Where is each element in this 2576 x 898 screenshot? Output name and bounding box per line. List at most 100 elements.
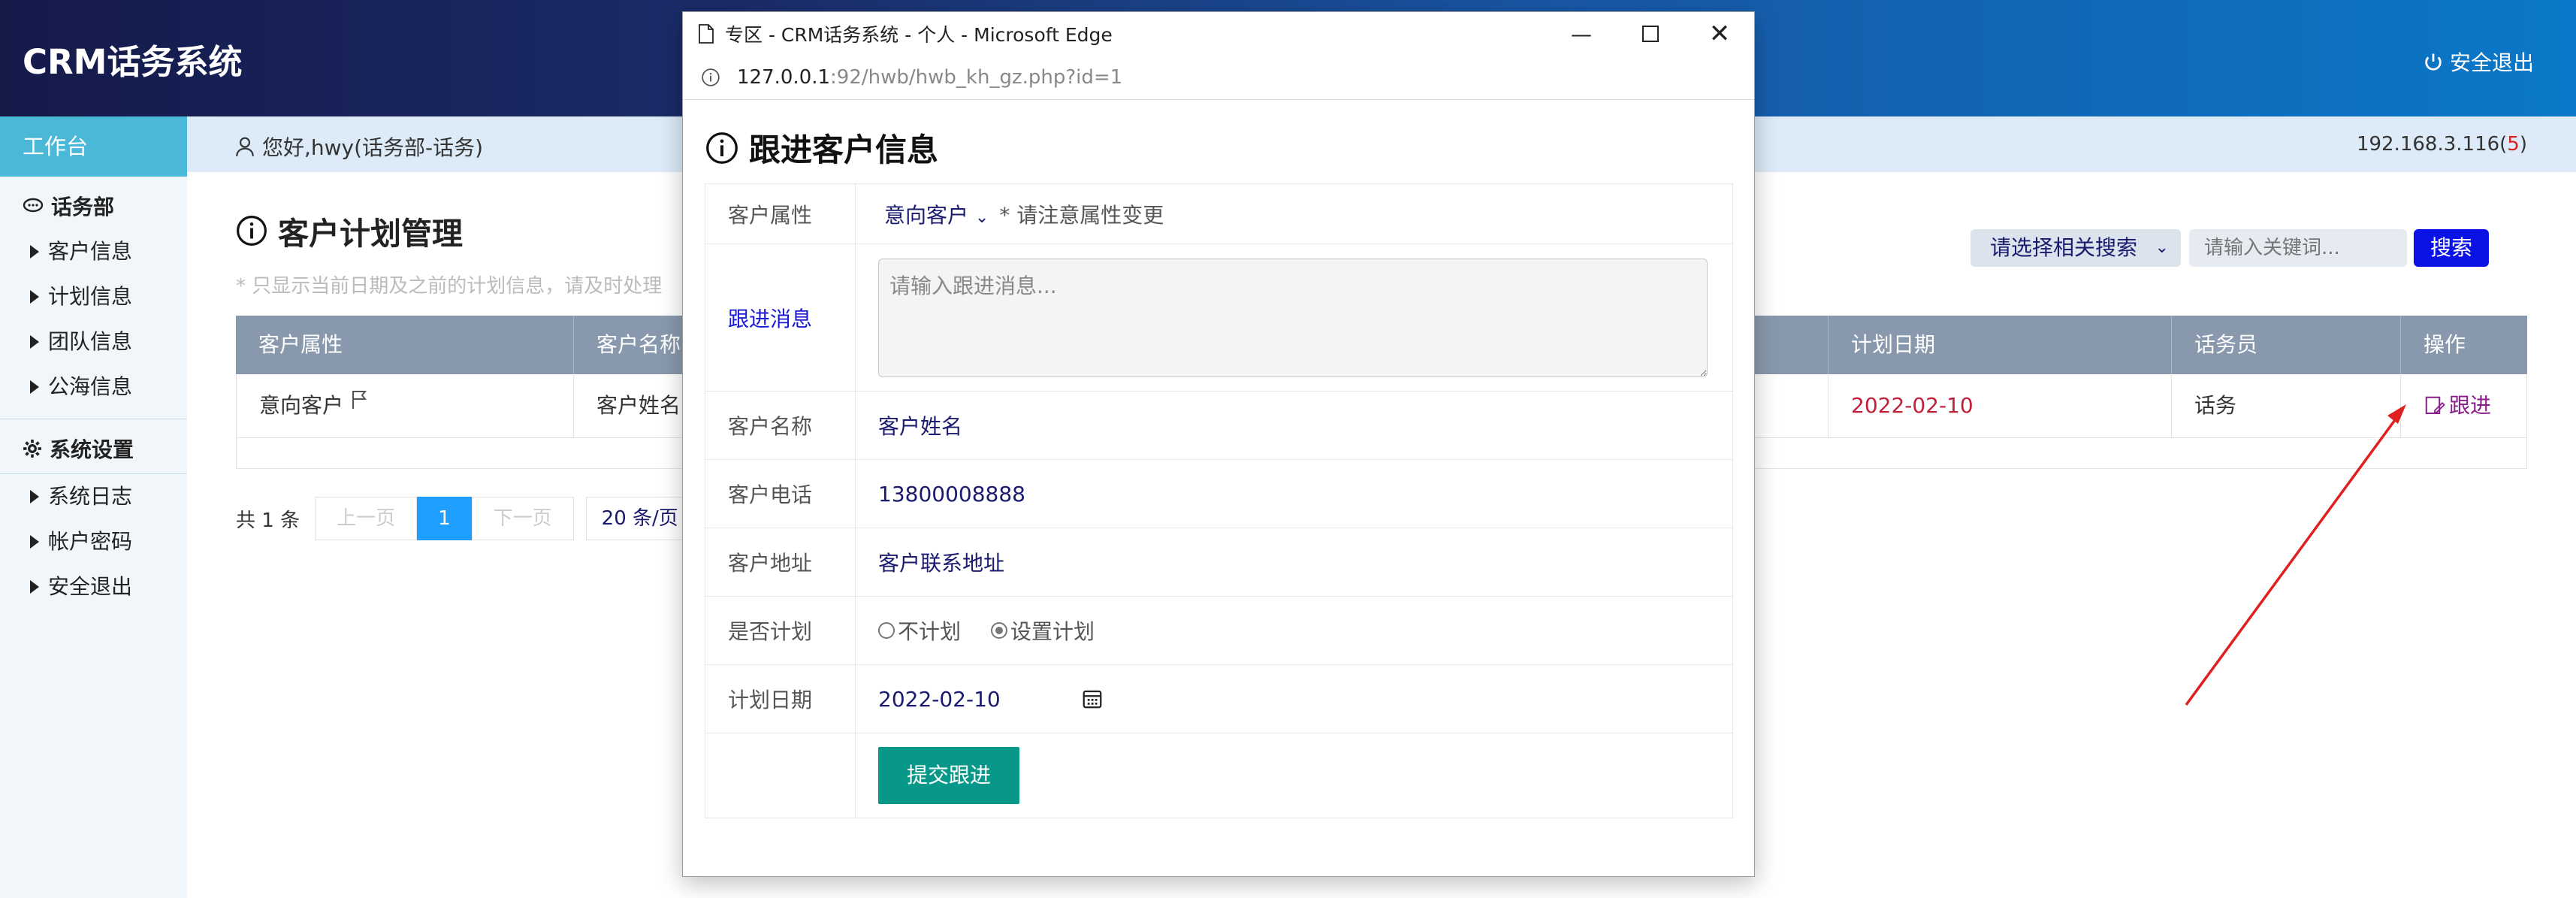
attr-select-value: 意向客户 — [884, 202, 969, 228]
calendar-icon[interactable] — [1081, 688, 1104, 710]
form-row-date: 计划日期 2022-02-10 — [705, 665, 1732, 733]
caret-right-icon — [30, 490, 39, 503]
form-row-attr: 客户属性 意向客户 ⌄ * 请注意属性变更 — [705, 184, 1732, 244]
column-header-date[interactable]: 计划日期 — [1829, 316, 2172, 374]
close-button[interactable]: ✕ — [1685, 12, 1754, 56]
name-value: 客户姓名 — [878, 414, 963, 439]
document-icon — [699, 24, 714, 44]
sidebar-item-label: 帐户密码 — [48, 529, 133, 554]
form-row-submit: 提交跟进 — [705, 733, 1732, 818]
search-category-select[interactable]: 请选择相关搜索 ⌄ — [1971, 229, 2181, 267]
info-circle-icon — [702, 68, 720, 86]
user-greeting: 您好,hwy(话务部-话务) — [235, 132, 483, 162]
submit-follow-up-button[interactable]: 提交跟进 — [878, 747, 1019, 804]
online-count: 5 — [2507, 133, 2520, 156]
flag-icon — [352, 391, 367, 409]
logout-top-button[interactable]: 安全退出 — [2423, 47, 2534, 77]
popup-heading: 跟进客户信息 — [705, 125, 938, 171]
form-row-plan: 是否计划 不计划 设置计划 — [705, 597, 1732, 665]
attr-field: 意向客户 ⌄ * 请注意属性变更 — [856, 184, 1732, 243]
sidebar-item-team[interactable]: 团队信息 — [0, 319, 187, 364]
sidebar-item-label: 安全退出 — [48, 574, 133, 599]
info-icon — [237, 216, 267, 246]
app-brand: CRM话务系统 — [23, 42, 243, 82]
sidebar-workbench[interactable]: 工作台 — [0, 116, 187, 177]
sidebar-section-label: 系统设置 — [50, 437, 134, 462]
attr-select[interactable]: 意向客户 ⌄ — [884, 199, 989, 229]
plan-yes-radio[interactable]: 设置计划 — [991, 615, 1095, 646]
radio-circle — [878, 622, 895, 639]
sidebar-section-label: 话务部 — [51, 195, 115, 219]
maximize-icon — [1642, 26, 1659, 42]
date-label: 计划日期 — [705, 665, 856, 733]
caret-right-icon — [30, 335, 39, 349]
plan-no-radio[interactable]: 不计划 — [878, 615, 961, 646]
cell-attr-text: 意向客户 — [259, 393, 344, 418]
plan-options: 不计划 设置计划 — [856, 597, 1732, 664]
sidebar-item-password[interactable]: 帐户密码 — [0, 519, 187, 564]
attr-note: * 请注意属性变更 — [999, 202, 1164, 228]
follow-up-link[interactable]: 跟进 — [2401, 374, 2527, 437]
caret-right-icon — [30, 580, 39, 594]
close-icon: ✕ — [1708, 19, 1731, 49]
url-host: 127.0.0.1 — [737, 66, 831, 89]
name-label: 客户名称 — [705, 392, 856, 459]
sidebar: 工作台 话务部 客户信息 计划信息 团队信息 公海信息 系统设置 系统日志 帐户… — [0, 116, 187, 898]
cell-agent: 话务 — [2172, 374, 2401, 437]
sidebar-item-public-pool[interactable]: 公海信息 — [0, 364, 187, 410]
info-icon — [706, 132, 738, 164]
attr-label: 客户属性 — [705, 184, 856, 243]
address-label: 客户地址 — [705, 528, 856, 596]
date-value[interactable]: 2022-02-10 — [878, 687, 1081, 712]
popup-window: 专区 - CRM话务系统 - 个人 - Microsoft Edge — ✕ 1… — [682, 11, 1755, 877]
chevron-down-icon: ⌄ — [2155, 238, 2169, 257]
chevron-down-icon: ⌄ — [974, 207, 989, 227]
sidebar-item-logout[interactable]: 安全退出 — [0, 564, 187, 609]
address-bar[interactable]: 127.0.0.1:92/hwb/hwb_kh_gz.php?id=1 — [683, 56, 1754, 100]
form-row-message: 跟进消息 — [705, 244, 1732, 392]
column-header-attr[interactable]: 客户属性 — [236, 316, 574, 374]
sidebar-item-plans[interactable]: 计划信息 — [0, 274, 187, 319]
message-field — [856, 244, 1732, 391]
edit-icon — [2425, 396, 2445, 414]
caret-right-icon — [30, 290, 39, 304]
message-label: 跟进消息 — [705, 244, 856, 391]
page-title: 客户计划管理 — [236, 208, 463, 253]
page-title-text: 客户计划管理 — [278, 216, 463, 252]
plan-no-label: 不计划 — [898, 619, 962, 644]
follow-up-form: 客户属性 意向客户 ⌄ * 请注意属性变更 跟进消息 客户名称 客户姓名 客户电… — [705, 183, 1733, 818]
power-icon — [2425, 53, 2442, 71]
sidebar-item-label: 系统日志 — [48, 484, 133, 509]
next-page-button[interactable]: 下一页 — [471, 497, 574, 540]
sidebar-section-settings[interactable]: 系统设置 — [0, 419, 187, 464]
maximize-button[interactable] — [1616, 12, 1685, 56]
sidebar-item-label: 客户信息 — [48, 239, 133, 264]
search-button[interactable]: 搜索 — [2414, 229, 2489, 267]
address-value: 客户联系地址 — [878, 551, 1005, 576]
minimize-button[interactable]: — — [1547, 12, 1616, 56]
column-header-agent[interactable]: 话务员 — [2172, 316, 2401, 374]
search-input[interactable] — [2189, 229, 2407, 267]
date-field[interactable]: 2022-02-10 — [856, 665, 1732, 733]
pagination: 共 1 条 上一页 1 下一页 20 条/页 ⌄ — [236, 497, 717, 540]
current-page-button[interactable]: 1 — [417, 497, 472, 540]
sidebar-section-telephony[interactable]: 话务部 — [0, 177, 187, 222]
ip-address: 192.168.3.116(5) — [2357, 133, 2527, 156]
sidebar-item-label: 计划信息 — [48, 284, 133, 309]
submit-cell: 提交跟进 — [856, 733, 1732, 818]
cell-date: 2022-02-10 — [1829, 374, 2172, 437]
phone-label: 客户电话 — [705, 460, 856, 528]
follow-up-label: 跟进 — [2449, 393, 2492, 418]
sidebar-item-logs[interactable]: 系统日志 — [0, 474, 187, 519]
popup-window-title: 专区 - CRM话务系统 - 个人 - Microsoft Edge — [725, 24, 1113, 46]
chat-icon — [23, 198, 44, 213]
plan-yes-label: 设置计划 — [1010, 619, 1095, 644]
user-icon — [236, 137, 254, 157]
prev-page-button[interactable]: 上一页 — [315, 497, 418, 540]
caret-right-icon — [30, 380, 39, 394]
greeting-text: 您好,hwy(话务部-话务) — [262, 135, 484, 160]
logout-top-label: 安全退出 — [2449, 50, 2534, 75]
popup-titlebar[interactable]: 专区 - CRM话务系统 - 个人 - Microsoft Edge — ✕ — [683, 12, 1754, 56]
message-textarea[interactable] — [878, 258, 1708, 377]
sidebar-item-customers[interactable]: 客户信息 — [0, 229, 187, 274]
